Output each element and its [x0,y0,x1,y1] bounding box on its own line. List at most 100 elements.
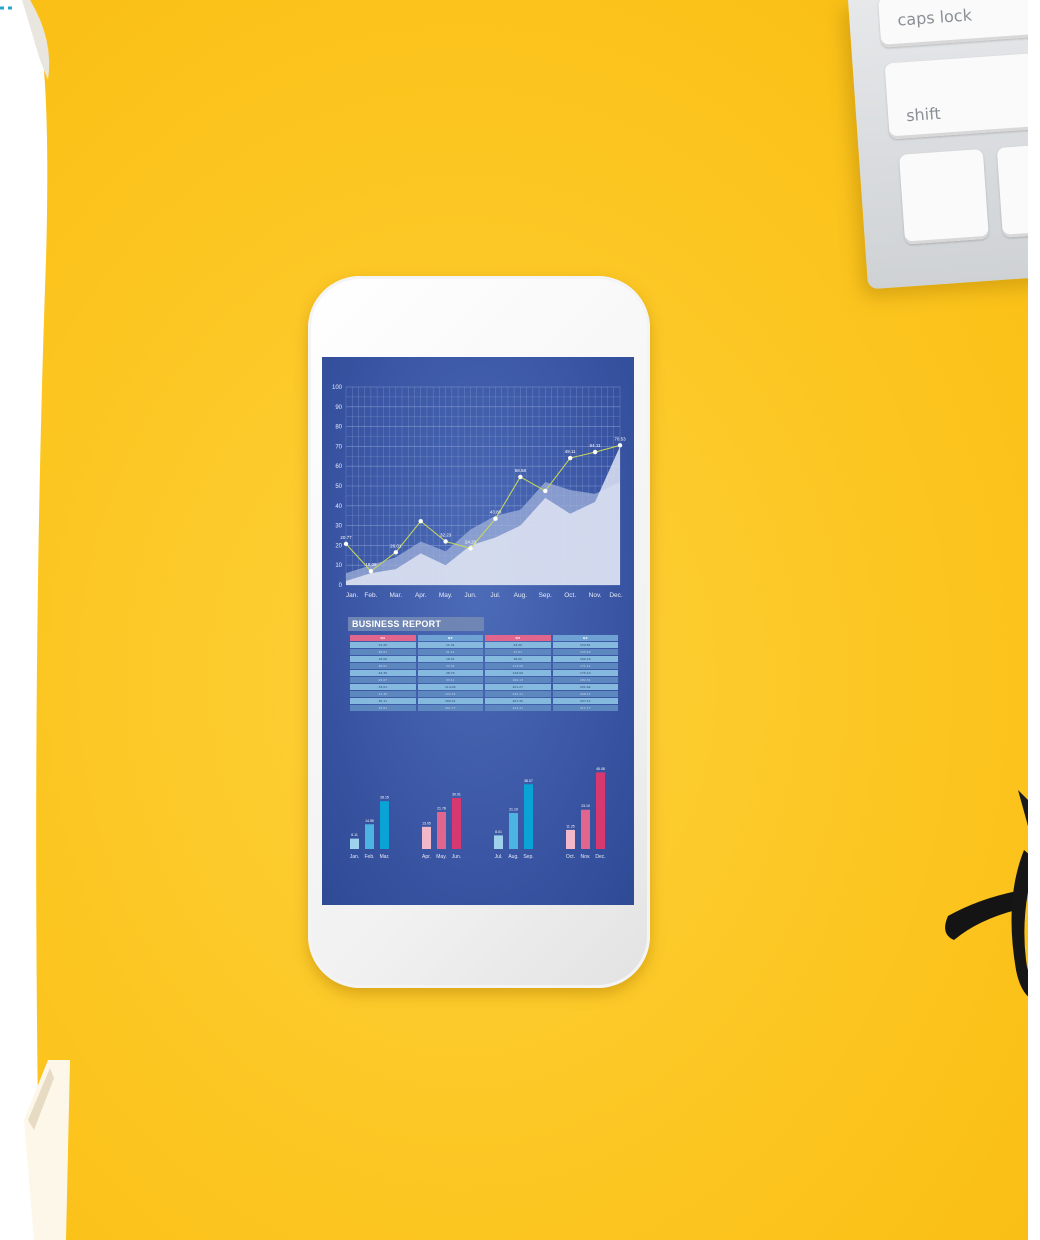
bar-category-label: Mar. [380,854,390,860]
table-cell: 25.07 [350,677,416,683]
table-row: 30.01 22.31 113.06 171.11 [350,663,618,669]
table-row: 24.30 28.70 116.00 175.10 [350,670,618,676]
data-point [393,550,399,555]
data-point [543,488,548,494]
bar [380,801,389,849]
table-cell: 34.01 [350,684,416,690]
table-cell: 114.06 [417,684,483,690]
x-tick-label: Jul. [490,592,500,599]
bar-category-label: Apr. [422,854,431,860]
table-row: 21.30 122.31 210.11 206.17 [350,691,618,697]
bar-value-label: 30.01 [452,792,461,796]
bar [452,797,461,849]
bar-value-label: 13.05 [422,821,431,825]
table-cell: 152.81 [552,642,618,648]
bar-category-label: Jan. [350,854,359,860]
bar-value-label: 11.25 [566,824,575,828]
data-label: 43.89 [490,510,502,515]
y-tick-label: 50 [335,484,342,490]
table-cell: 210.11 [485,691,551,697]
bar [494,835,503,849]
table-cell: 201.62 [552,684,618,690]
eyeglasses [945,790,1028,997]
table-cell: 201.27 [485,684,551,690]
bar-value-label: 45.08 [596,767,605,771]
table-header-q1: Q1 [350,635,416,641]
table-cell: 192.13 [485,677,551,683]
bar-value-label: 38.07 [524,779,533,783]
table-cell: 175.10 [552,670,618,676]
left-white-edge [0,0,50,1240]
key [898,148,989,245]
bar-category-label: Oct. [566,854,575,860]
x-tick-label: Mar. [389,592,402,599]
data-label: 70.53 [614,436,626,441]
table-row: 18.06 18.01 28.00 160.18 [350,656,618,662]
x-tick-label: Apr. [415,592,427,599]
table-row: 30.11 180.01 207.45 207.12 [350,698,618,704]
table-cell: 24.30 [350,670,416,676]
bar-category-label: Aug. [508,854,518,860]
bar-category-label: Dec. [595,854,605,860]
bar-value-label: 8.01 [495,830,502,834]
bar [509,812,518,849]
y-tick-label: 10 [335,563,342,569]
table-cell: 122.31 [417,691,483,697]
data-label: 58.58 [515,468,527,473]
table-cell: 211.77 [552,705,618,711]
bar-value-label: 28.15 [380,796,389,800]
y-tick-label: 30 [335,524,342,530]
x-tick-label: Sep. [539,592,553,599]
x-tick-label: Oct. [564,592,576,599]
data-point [567,455,573,461]
table-cell: 182.31 [552,677,618,683]
table-header-q4: Q4 [552,635,618,641]
bar-value-label: 21.19 [509,807,518,811]
bar-value-label: 6.11 [351,833,358,837]
bar [581,809,590,849]
table-cell: 160.18 [552,656,618,662]
table-cell: 21.30 [350,691,416,697]
table-cell: 28.70 [417,670,483,676]
table-cell: 113.06 [485,663,551,669]
bar-category-label: Feb. [364,854,374,860]
data-point [617,443,623,448]
table-row: 34.01 114.06 201.27 201.62 [350,684,618,690]
table-cell: 18.06 [350,656,416,662]
table-cell: 155.40 [552,649,618,655]
y-tick-label: 60 [335,464,342,470]
table-cell: 37.01 [485,649,551,655]
bar [350,838,359,849]
table-cell: 171.11 [552,663,618,669]
table-cell: 30.01 [350,663,416,669]
table-header-q2: Q2 [417,635,483,641]
data-label: 49.11 [565,449,576,454]
x-tick-label: Jan. [346,592,358,599]
bar [524,784,533,849]
caps-lock-label: caps lock [896,5,973,30]
table-cell: 18.01 [417,656,483,662]
data-point [592,449,598,455]
data-label: 32.23 [440,532,452,537]
bar-value-label: 14.55 [365,819,374,823]
bar [365,824,374,849]
data-label: 24.20 [465,539,477,544]
bar [596,772,605,849]
table-row: 28.01 21.11 37.01 155.40 [350,649,618,655]
bar [437,811,446,849]
data-point [468,546,473,551]
table-cell: 30.11 [350,698,416,704]
y-tick-label: 100 [332,385,343,391]
data-label: 19.09 [365,562,377,567]
bar-category-label: May. [436,854,446,860]
x-tick-label: Jun. [464,592,476,599]
table-cell: 21.11 [417,649,483,655]
table-cell: 11.31 [417,642,483,648]
data-point [518,474,523,480]
y-tick-label: 20 [335,543,342,549]
phone-screen: 0 10 20 30 40 50 60 70 80 90 100 20.77 19.09 26.01 32.… [322,357,634,905]
y-tick-label: 0 [339,583,343,589]
y-tick-label: 70 [335,444,342,450]
table-cell: 214.11 [485,705,551,711]
data-point [368,568,374,574]
